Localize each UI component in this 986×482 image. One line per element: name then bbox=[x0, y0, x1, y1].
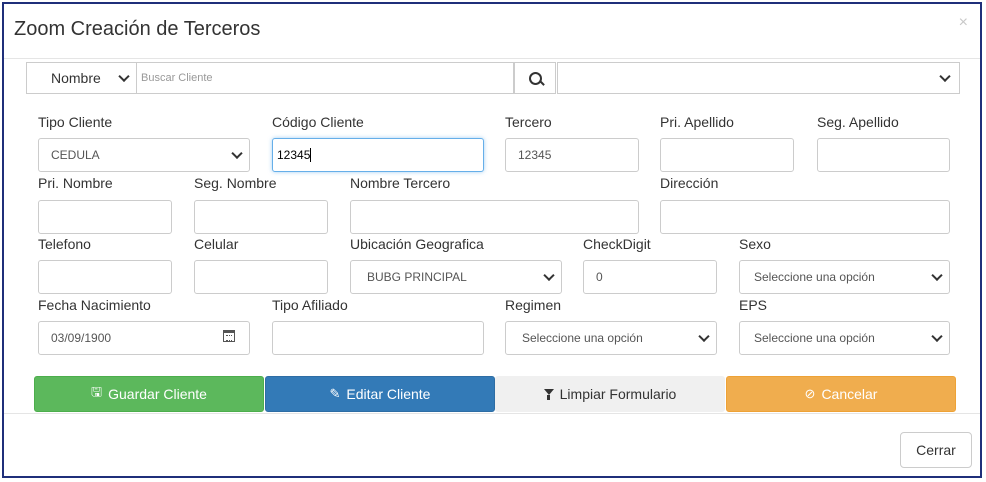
chevron-down-icon bbox=[698, 330, 710, 343]
modal-title: Zoom Creación de Terceros bbox=[14, 18, 261, 40]
close-button-label: Cerrar bbox=[916, 442, 956, 458]
seg-apellido-input[interactable] bbox=[817, 138, 950, 172]
regimen-label: Regimen bbox=[505, 297, 562, 313]
cancel-label: Cancelar bbox=[821, 386, 878, 402]
tercero-label: Tercero bbox=[505, 114, 552, 130]
telefono-input[interactable] bbox=[38, 260, 172, 294]
save-client-label: Guardar Cliente bbox=[108, 386, 207, 402]
chevron-down-icon bbox=[939, 70, 951, 83]
ubicacion-value: BUBG PRINCIPAL bbox=[367, 270, 467, 284]
codigo-cliente-input[interactable]: 12345 bbox=[272, 138, 484, 172]
ban-icon: ⊘ bbox=[804, 386, 816, 401]
search-icon-handle bbox=[539, 80, 545, 86]
save-client-button[interactable]: 🖫 Guardar Cliente bbox=[34, 376, 264, 412]
nombre-tercero-input[interactable] bbox=[350, 200, 639, 234]
codigo-cliente-label: Código Cliente bbox=[272, 114, 364, 130]
fecha-nacimiento-input[interactable]: 03/09/1900 bbox=[38, 321, 250, 355]
footer-divider bbox=[4, 413, 980, 414]
checkdigit-input[interactable]: 0 bbox=[583, 260, 717, 294]
direccion-input[interactable] bbox=[660, 200, 950, 234]
chevron-down-icon bbox=[118, 70, 130, 83]
chevron-down-icon bbox=[543, 269, 555, 282]
ubicacion-label: Ubicación Geografica bbox=[350, 236, 484, 252]
clear-form-button[interactable]: Limpiar Formulario bbox=[495, 376, 725, 412]
floppy-disk-icon: 🖫 bbox=[91, 384, 103, 399]
modal-window: Zoom Creación de Terceros × Nombre Busca… bbox=[2, 2, 982, 478]
search-field-value: Nombre bbox=[51, 70, 101, 86]
tipo-afiliado-label: Tipo Afiliado bbox=[272, 297, 348, 313]
close-button[interactable]: Cerrar bbox=[900, 432, 972, 468]
pri-apellido-input[interactable] bbox=[660, 138, 794, 172]
ubicacion-select[interactable]: BUBG PRINCIPAL bbox=[350, 260, 562, 294]
fecha-nacimiento-value: 03/09/1900 bbox=[51, 331, 112, 345]
celular-label: Celular bbox=[194, 236, 239, 252]
filter-icon bbox=[543, 388, 554, 400]
chevron-down-icon bbox=[231, 147, 243, 160]
search-button[interactable] bbox=[514, 62, 556, 94]
seg-apellido-label: Seg. Apellido bbox=[817, 114, 899, 130]
pri-nombre-input[interactable] bbox=[38, 200, 172, 234]
celular-input[interactable] bbox=[194, 260, 328, 294]
calendar-icon[interactable] bbox=[223, 330, 235, 342]
checkdigit-value: 0 bbox=[596, 270, 603, 284]
sexo-value: Seleccione una opción bbox=[754, 270, 875, 284]
edit-client-label: Editar Cliente bbox=[346, 386, 431, 402]
eps-value: Seleccione una opción bbox=[754, 331, 875, 345]
search-input[interactable]: Buscar Cliente bbox=[136, 62, 514, 94]
sexo-select[interactable]: Seleccione una opción bbox=[739, 260, 950, 294]
search-result-select[interactable] bbox=[557, 62, 960, 94]
modal-header: Zoom Creación de Terceros × bbox=[4, 4, 980, 59]
chevron-down-icon bbox=[931, 330, 943, 343]
regimen-select[interactable]: Seleccione una opción bbox=[505, 321, 717, 355]
chevron-down-icon bbox=[931, 269, 943, 282]
tipo-cliente-select[interactable]: CEDULA bbox=[38, 138, 250, 172]
telefono-label: Telefono bbox=[38, 236, 91, 252]
eps-label: EPS bbox=[739, 297, 768, 313]
search-placeholder: Buscar Cliente bbox=[141, 72, 213, 84]
regimen-value: Seleccione una opción bbox=[522, 331, 643, 345]
pencil-square-icon: ✎ bbox=[329, 386, 341, 401]
close-icon[interactable]: × bbox=[959, 14, 968, 32]
search-field-select[interactable]: Nombre bbox=[26, 62, 136, 94]
fecha-nacimiento-label: Fecha Nacimiento bbox=[38, 297, 151, 313]
codigo-cliente-value: 12345 bbox=[277, 148, 311, 162]
checkdigit-label: CheckDigit bbox=[583, 236, 651, 252]
tercero-input[interactable]: 12345 bbox=[505, 138, 639, 172]
tipo-afiliado-input[interactable] bbox=[272, 321, 484, 355]
edit-client-button[interactable]: ✎ Editar Cliente bbox=[265, 376, 495, 412]
cancel-button[interactable]: ⊘ Cancelar bbox=[726, 376, 956, 412]
clear-form-label: Limpiar Formulario bbox=[559, 386, 677, 402]
tercero-value: 12345 bbox=[518, 148, 552, 162]
eps-select[interactable]: Seleccione una opción bbox=[739, 321, 950, 355]
seg-nombre-label: Seg. Nombre bbox=[194, 175, 277, 191]
pri-apellido-label: Pri. Apellido bbox=[660, 114, 734, 130]
direccion-label: Dirección bbox=[660, 175, 719, 191]
seg-nombre-input[interactable] bbox=[194, 200, 328, 234]
pri-nombre-label: Pri. Nombre bbox=[38, 175, 113, 191]
nombre-tercero-label: Nombre Tercero bbox=[350, 175, 451, 191]
tipo-cliente-label: Tipo Cliente bbox=[38, 114, 113, 130]
text-cursor bbox=[310, 148, 312, 162]
tipo-cliente-value: CEDULA bbox=[51, 148, 100, 162]
sexo-label: Sexo bbox=[739, 236, 771, 252]
